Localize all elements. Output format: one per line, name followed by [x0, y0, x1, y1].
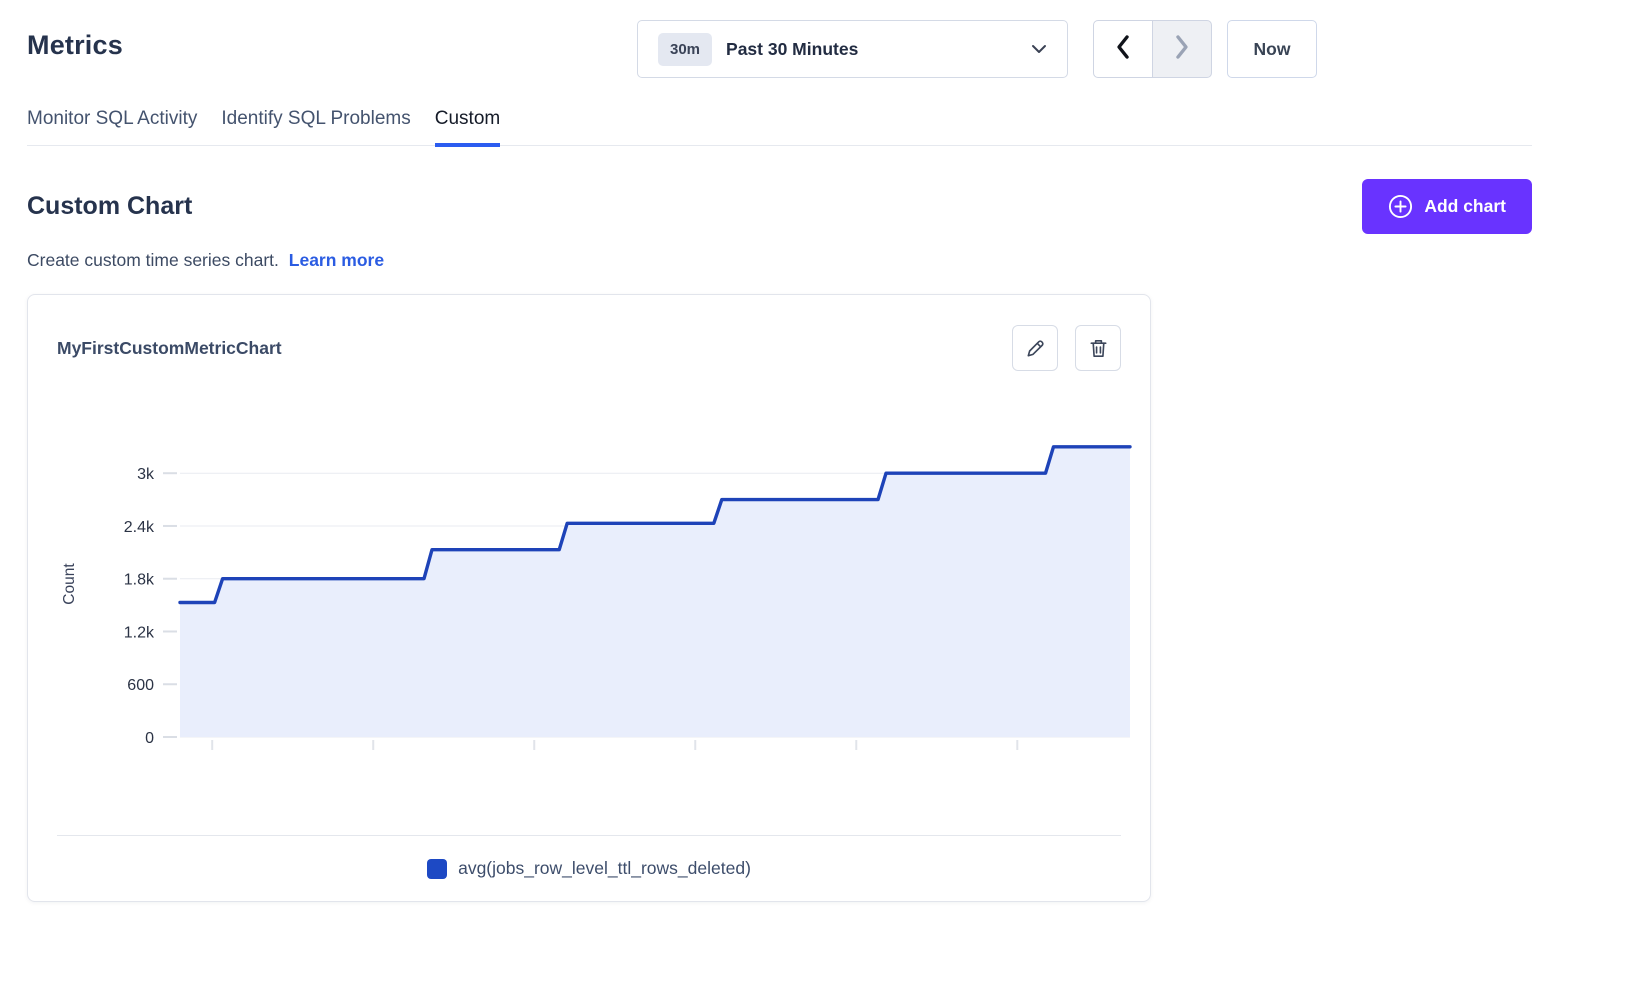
section-subtitle-text: Create custom time series chart.	[27, 250, 279, 270]
svg-text:21:30: 21:30	[353, 761, 393, 763]
trash-icon	[1087, 337, 1110, 360]
custom-chart-card: MyFirstCustomMetricChart 0 600 1.2k 1.8k 2.4…	[27, 294, 1151, 902]
now-button[interactable]: Now	[1227, 20, 1317, 78]
page-header: Metrics 30m Past 30 Minutes Now	[27, 0, 1532, 80]
pencil-icon	[1024, 337, 1047, 360]
plus-circle-icon	[1388, 194, 1413, 219]
tab-identify-sql-problems[interactable]: Identify SQL Problems	[221, 102, 410, 145]
edit-chart-button[interactable]	[1012, 325, 1058, 371]
prev-time-button[interactable]	[1093, 20, 1153, 78]
chevron-right-icon	[1172, 34, 1192, 65]
delete-chart-button[interactable]	[1075, 325, 1121, 371]
chart-legend: avg(jobs_row_level_ttl_rows_deleted)	[28, 858, 1150, 879]
svg-text:Count: Count	[61, 563, 78, 605]
svg-text:3k: 3k	[137, 466, 155, 483]
learn-more-link[interactable]: Learn more	[289, 250, 384, 270]
svg-text:21:25: 21:25	[192, 761, 232, 763]
time-range-badge: 30m	[658, 33, 712, 66]
section-subtitle: Create custom time series chart. Learn m…	[27, 250, 1532, 271]
tab-monitor-sql-activity[interactable]: Monitor SQL Activity	[27, 102, 197, 145]
section-title: Custom Chart	[27, 192, 192, 221]
svg-text:600: 600	[127, 677, 154, 694]
custom-chart-svg[interactable]: 0 600 1.2k 1.8k 2.4k 3k 21:25 21:30 21:35 21:40 21…	[30, 411, 1140, 763]
tab-bar: Monitor SQL Activity Identify SQL Proble…	[27, 102, 1532, 146]
chart-actions	[1012, 325, 1121, 371]
section-header: Custom Chart Add chart	[27, 179, 1532, 234]
metrics-page: Metrics 30m Past 30 Minutes Now Monito	[0, 0, 1650, 902]
chevron-left-icon	[1113, 34, 1133, 65]
legend-divider	[57, 835, 1121, 836]
svg-text:21:50: 21:50	[997, 761, 1037, 763]
svg-text:21:45: 21:45	[836, 761, 876, 763]
tab-custom[interactable]: Custom	[435, 102, 500, 147]
add-chart-label: Add chart	[1424, 196, 1506, 217]
next-time-button[interactable]	[1152, 20, 1212, 78]
chart-card-header: MyFirstCustomMetricChart	[28, 295, 1150, 371]
chart-title: MyFirstCustomMetricChart	[57, 338, 282, 359]
svg-text:1.2k: 1.2k	[124, 624, 155, 641]
page-title: Metrics	[27, 30, 123, 61]
svg-text:21:40: 21:40	[675, 761, 715, 763]
time-nav-group	[1093, 20, 1212, 78]
add-chart-button[interactable]: Add chart	[1362, 179, 1532, 234]
legend-label: avg(jobs_row_level_ttl_rows_deleted)	[458, 858, 751, 879]
time-range-select[interactable]: 30m Past 30 Minutes	[637, 20, 1068, 78]
svg-text:2.4k: 2.4k	[124, 519, 155, 536]
svg-text:0: 0	[145, 730, 154, 747]
svg-text:1.8k: 1.8k	[124, 572, 155, 589]
chevron-down-icon	[1031, 44, 1047, 54]
svg-text:21:35: 21:35	[514, 761, 554, 763]
legend-swatch	[427, 859, 447, 879]
time-range-label: Past 30 Minutes	[726, 39, 1031, 60]
chart-area: 0 600 1.2k 1.8k 2.4k 3k 21:25 21:30 21:35 21:40 21…	[28, 411, 1150, 763]
